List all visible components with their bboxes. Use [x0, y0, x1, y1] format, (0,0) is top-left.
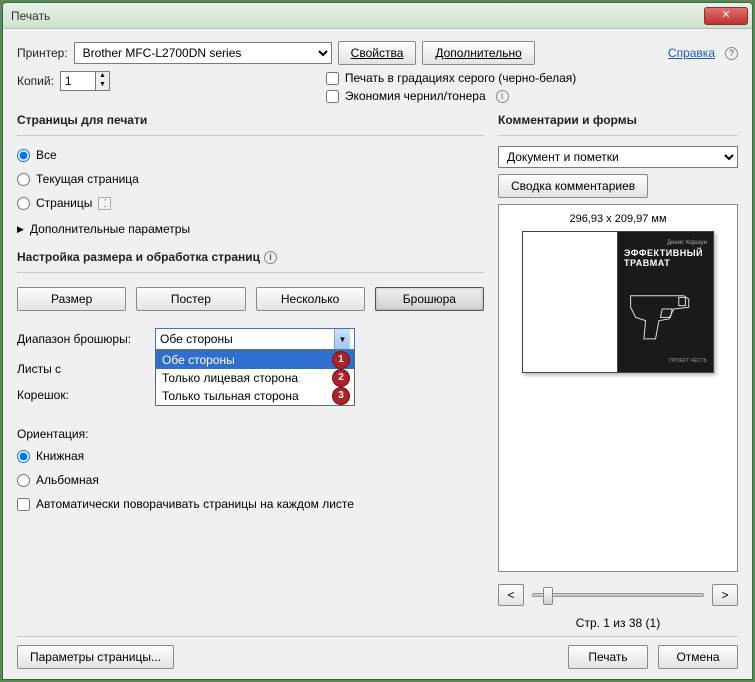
portrait-radio[interactable] [17, 450, 30, 463]
landscape-radio[interactable] [17, 474, 30, 487]
sheets-label: Листы с [17, 362, 147, 376]
grayscale-label: Печать в градациях серого (черно-белая) [345, 71, 576, 85]
chevron-down-icon: ▼ [334, 329, 350, 349]
info-icon[interactable]: i [264, 251, 277, 264]
printer-select[interactable]: Brother MFC-L2700DN series [74, 42, 332, 64]
pages-current-radio[interactable] [17, 173, 30, 186]
page-counter: Стр. 1 из 38 (1) [498, 616, 738, 630]
preview-dimensions: 296,93 x 209,97 мм [569, 213, 666, 225]
autorotate-label: Автоматически поворачивать страницы на к… [36, 497, 354, 511]
gun-illustration [624, 268, 707, 358]
copies-label: Копий: [17, 74, 54, 88]
titlebar: Печать ✕ [3, 3, 752, 29]
comments-summary-button[interactable]: Сводка комментариев [498, 174, 648, 198]
copies-input[interactable] [61, 72, 95, 90]
print-dialog: Печать ✕ Принтер: Brother MFC-L2700DN se… [2, 2, 753, 680]
step-badge: 2 [332, 369, 350, 387]
help-link[interactable]: Справка [668, 46, 715, 60]
pages-range-input[interactable] [98, 197, 111, 210]
dropdown-option[interactable]: Только тыльная сторона3 [156, 387, 354, 405]
preview-page-right: Денис Коршун ЭФФЕКТИВНЫЙ ТРАВМАТ ПРОЕ [618, 232, 713, 372]
dropdown-option[interactable]: Только лицевая сторона2 [156, 369, 354, 387]
printer-label: Принтер: [17, 46, 68, 60]
inksave-checkbox[interactable] [326, 90, 339, 103]
pages-all-radio[interactable] [17, 149, 30, 162]
slider-thumb[interactable] [543, 587, 553, 605]
properties-button[interactable]: Свойства [338, 41, 417, 65]
dropdown-option[interactable]: Обе стороны1 [156, 351, 354, 369]
preview-panel: 296,93 x 209,97 мм Денис Коршун ЭФФЕКТИВ… [498, 204, 738, 572]
preview-slider[interactable] [532, 593, 704, 597]
pages-section-title: Страницы для печати [17, 113, 484, 127]
step-badge: 3 [332, 387, 350, 405]
spin-down-icon[interactable]: ▼ [96, 81, 109, 90]
booklet-range-label: Диапазон брошюры: [17, 332, 147, 346]
booklet-range-dropdown: Обе стороны1 Только лицевая сторона2 Тол… [155, 350, 355, 406]
pages-all-label: Все [36, 148, 57, 162]
booklet-button[interactable]: Брошюра [375, 287, 484, 311]
close-button[interactable]: ✕ [704, 7, 748, 25]
preview-page-left [523, 232, 618, 372]
sizing-section-title: Настройка размера и обработка страниц [17, 250, 260, 264]
booklet-range-combo[interactable]: Обе стороны▼ Обе стороны1 Только лицевая… [155, 328, 355, 350]
window-title: Печать [11, 9, 704, 23]
more-params-toggle[interactable]: ▶Дополнительные параметры [17, 222, 484, 236]
info-icon[interactable]: i [496, 90, 509, 103]
comments-select[interactable]: Документ и пометки [498, 146, 738, 168]
inksave-label: Экономия чернил/тонера [345, 89, 486, 103]
portrait-label: Книжная [36, 449, 84, 463]
spin-up-icon[interactable]: ▲ [96, 72, 109, 81]
poster-button[interactable]: Постер [136, 287, 245, 311]
pages-current-label: Текущая страница [36, 172, 139, 186]
help-icon[interactable]: ? [725, 47, 738, 60]
chevron-right-icon: ▶ [17, 224, 24, 235]
print-button[interactable]: Печать [568, 645, 648, 669]
pages-range-label: Страницы [36, 196, 92, 210]
step-badge: 1 [332, 351, 350, 369]
preview-next-button[interactable]: > [712, 584, 738, 606]
comments-section-title: Комментарии и формы [498, 113, 738, 127]
landscape-label: Альбомная [36, 473, 99, 487]
advanced-button[interactable]: Дополнительно [422, 41, 534, 65]
copies-spinner[interactable]: ▲▼ [60, 71, 110, 91]
preview-prev-button[interactable]: < [498, 584, 524, 606]
orientation-title: Ориентация: [17, 427, 484, 441]
page-setup-button[interactable]: Параметры страницы... [17, 645, 174, 669]
cancel-button[interactable]: Отмена [658, 645, 738, 669]
multiple-button[interactable]: Несколько [256, 287, 365, 311]
spine-label: Корешок: [17, 388, 147, 402]
autorotate-checkbox[interactable] [17, 498, 30, 511]
preview-spread: Денис Коршун ЭФФЕКТИВНЫЙ ТРАВМАТ ПРОЕ [522, 231, 714, 373]
pages-range-radio[interactable] [17, 197, 30, 210]
size-button[interactable]: Размер [17, 287, 126, 311]
grayscale-checkbox[interactable] [326, 72, 339, 85]
